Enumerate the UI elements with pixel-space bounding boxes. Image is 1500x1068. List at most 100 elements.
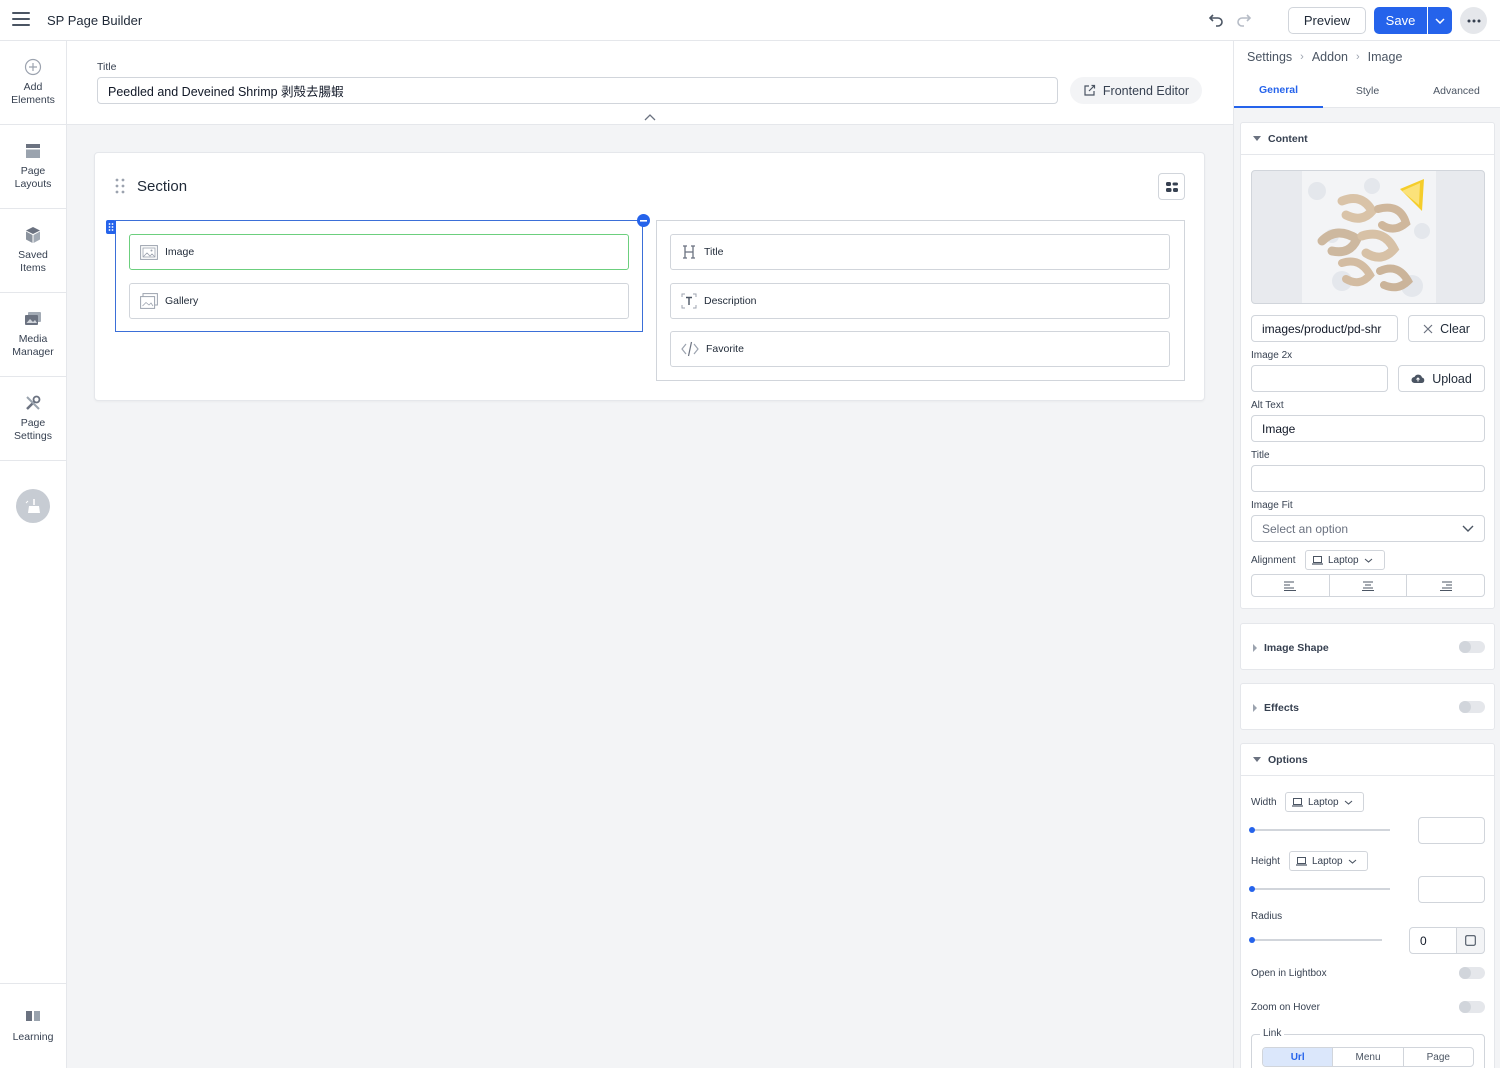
effects-toggle[interactable] [1459, 701, 1485, 713]
column-2[interactable]: Title Description Favorite [656, 220, 1185, 381]
chevron-down-icon [1348, 859, 1356, 864]
width-input[interactable] [1418, 817, 1485, 844]
sidebar-item-learning[interactable]: Learning [0, 983, 66, 1068]
addon-gallery[interactable]: Gallery [129, 283, 629, 319]
lightbox-label: Open in Lightbox [1251, 968, 1327, 979]
sidebar-item-label: Saved Items [18, 249, 48, 274]
layout-icon [26, 144, 40, 158]
zoom-label: Zoom on Hover [1251, 1002, 1320, 1013]
breadcrumb-settings[interactable]: Settings [1247, 50, 1292, 64]
addon-title[interactable]: Title [670, 234, 1170, 270]
image-fit-select[interactable]: Select an option [1251, 515, 1485, 542]
upload-button[interactable]: Upload [1398, 365, 1485, 392]
radius-slider[interactable] [1249, 937, 1382, 943]
clear-label: Clear [1440, 321, 1470, 336]
options-header[interactable]: Options [1241, 744, 1494, 776]
sidebar-item-saved-items[interactable]: Saved Items [0, 209, 66, 293]
height-device-select[interactable]: Laptop [1289, 851, 1368, 871]
chevron-down-icon [1435, 17, 1445, 24]
page-title-input[interactable] [97, 77, 1058, 104]
chevron-down-icon [1364, 558, 1372, 563]
sidebar-item-page-settings[interactable]: Page Settings [0, 377, 66, 461]
save-button[interactable]: Save [1374, 7, 1427, 34]
device-label: Laptop [1312, 855, 1343, 867]
column-remove-button[interactable] [637, 214, 650, 227]
menu-icon[interactable] [12, 12, 30, 28]
breadcrumb-addon[interactable]: Addon [1312, 50, 1348, 64]
gallery-icon [140, 293, 158, 309]
content-header[interactable]: Content [1241, 123, 1494, 155]
image-path-input[interactable]: images/product/pd-shr [1251, 315, 1398, 342]
addon-favorite[interactable]: Favorite [670, 331, 1170, 367]
preview-button[interactable]: Preview [1288, 7, 1366, 34]
section-settings-button[interactable] [1158, 173, 1185, 200]
tab-style[interactable]: Style [1323, 74, 1412, 108]
column-drag-handle[interactable] [106, 220, 116, 234]
image-fit-placeholder: Select an option [1262, 521, 1349, 536]
alt-text-input[interactable]: Image [1251, 415, 1485, 442]
clear-image-button[interactable]: Clear [1408, 315, 1485, 342]
align-center-icon [1362, 581, 1374, 591]
alignment-buttons [1251, 574, 1485, 597]
radius-input[interactable]: 0 [1409, 927, 1457, 954]
width-device-select[interactable]: Laptop [1285, 792, 1364, 812]
effects-header[interactable]: Effects [1241, 684, 1494, 731]
chevron-down-icon [1344, 800, 1352, 805]
laptop-icon [1292, 797, 1303, 807]
image-fit-label: Image Fit [1251, 500, 1293, 511]
sidebar-item-media-manager[interactable]: Media Manager [0, 293, 66, 377]
more-options-button[interactable] [1460, 7, 1487, 34]
sidebar-item-label: Learning [12, 1030, 54, 1043]
zoom-toggle[interactable] [1459, 1001, 1485, 1013]
image-2x-input[interactable] [1251, 365, 1388, 392]
app-title: SP Page Builder [47, 13, 143, 28]
device-label: Laptop [1328, 554, 1359, 566]
link-tab-url[interactable]: Url [1263, 1048, 1334, 1066]
sidebar-item-page-layouts[interactable]: Page Layouts [0, 125, 66, 209]
link-type-tabs: Url Menu Page [1262, 1047, 1474, 1067]
column-1[interactable]: Image Gallery [106, 214, 650, 332]
image-shape-header[interactable]: Image Shape [1241, 624, 1494, 671]
addon-description[interactable]: Description [670, 283, 1170, 319]
link-fieldset: Link Url Menu Page [1251, 1028, 1485, 1068]
link-tab-page[interactable]: Page [1404, 1048, 1473, 1066]
content-card: Content images/product/pd-shr Clear Imag… [1240, 122, 1495, 609]
laptop-icon [1296, 856, 1307, 866]
save-options-dropdown[interactable] [1428, 7, 1452, 34]
collapse-title-toggle[interactable] [623, 110, 677, 124]
link-tab-menu[interactable]: Menu [1333, 1048, 1404, 1066]
drag-handle-icon[interactable] [115, 178, 125, 197]
clean-up-button[interactable] [16, 489, 50, 523]
undo-icon[interactable] [1205, 10, 1227, 30]
image-shape-label: Image Shape [1264, 641, 1329, 654]
align-right-button[interactable] [1407, 575, 1484, 596]
box-icon [26, 227, 40, 243]
tab-general[interactable]: General [1234, 74, 1323, 108]
radius-corners-button[interactable] [1456, 927, 1485, 954]
breadcrumb-image: Image [1367, 50, 1403, 64]
image-shape-toggle[interactable] [1459, 641, 1485, 653]
tab-advanced[interactable]: Advanced [1412, 74, 1500, 108]
align-center-button[interactable] [1330, 575, 1408, 596]
sidebar-item-add-elements[interactable]: Add Elements [0, 41, 66, 125]
height-input[interactable] [1418, 876, 1485, 903]
height-slider[interactable] [1249, 886, 1390, 892]
addon-image[interactable]: Image [129, 234, 629, 270]
alt-text-label: Alt Text [1251, 400, 1284, 411]
redo-icon[interactable] [1235, 10, 1257, 30]
caret-down-icon [1253, 136, 1261, 141]
addon-label: Title [704, 246, 724, 258]
options-label: Options [1268, 753, 1308, 766]
width-slider[interactable] [1249, 827, 1390, 833]
lightbox-toggle[interactable] [1459, 967, 1485, 979]
caret-right-icon [1253, 703, 1257, 712]
align-left-button[interactable] [1252, 575, 1330, 596]
title-field-input[interactable] [1251, 465, 1485, 492]
image-preview[interactable] [1251, 170, 1485, 304]
shrimp-photo-image [1302, 171, 1436, 303]
alignment-device-select[interactable]: Laptop [1305, 550, 1385, 570]
content-header-label: Content [1268, 132, 1308, 145]
sidebar-item-label: Media Manager [12, 333, 54, 358]
frontend-editor-button[interactable]: Frontend Editor [1070, 77, 1202, 104]
heading-icon [683, 245, 695, 259]
